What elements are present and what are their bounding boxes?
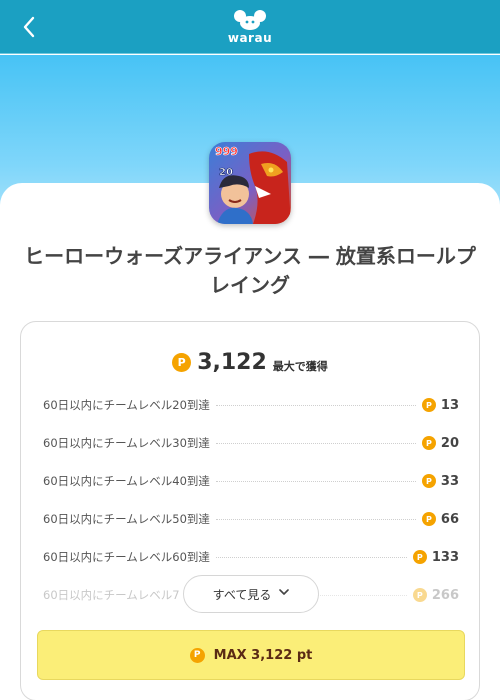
dotted-leader [215,404,416,406]
point-coin-icon: P [421,474,436,488]
reward-row: 60日以内にチームレベル50到達 P 66 [43,509,459,529]
reward-label: 60日以内にチームレベル50到達 [43,512,210,526]
total-points-label: 最大で獲得 [272,359,328,373]
total-points: 3,122 [197,350,267,375]
chevron-down-icon [279,589,290,595]
mascot-icon [234,10,266,30]
reward-points: 33 [440,473,459,489]
reward-card: P 3,122 最大で獲得 60日以内にチームレベル20到達 P 13 60日以… [20,321,480,700]
dotted-leader [215,442,416,444]
reward-points: 133 [431,549,459,565]
max-points-label: MAX 3,122 pt [213,647,313,663]
icon-badge-top: 999 [215,145,238,158]
app-title: ヒーローウォーズアライアンス ― 放置系ロールプレイング [24,244,476,297]
reward-row: 60日以内にチームレベル30到達 P 20 [43,433,459,453]
reward-row: 60日以内にチームレベル40到達 P 33 [43,471,459,491]
brand-name: warau [227,31,273,45]
point-coin-icon: P [421,436,436,450]
reward-points: 20 [440,435,459,451]
app-icon: 999 20 [209,142,291,224]
reward-label: 60日以内にチームレベル60到達 [43,550,210,564]
reward-row: 60日以内にチームレベル20到達 P 13 [43,395,459,415]
max-points-button[interactable]: P MAX 3,122 pt [37,630,465,680]
point-coin-icon: P [412,550,427,564]
icon-badge-level: 20 [219,167,233,178]
reward-label: 60日以内にチームレベル30到達 [43,436,210,450]
chevron-left-icon [23,16,35,38]
total-points-row: P 3,122 最大で獲得 [21,350,479,375]
point-coin-icon: P [421,512,436,526]
point-coin-icon: P [412,588,427,602]
reward-label: 60日以内にチームレベル20到達 [43,398,210,412]
reward-points: 13 [440,397,459,413]
see-all-button[interactable]: すべて見る [183,575,319,613]
dotted-leader [215,518,416,520]
reward-label: 60日以内にチームレベル40到達 [43,474,210,488]
reward-points: 266 [431,587,459,603]
see-all-label: すべて見る [212,587,272,602]
point-coin-icon: P [189,647,205,663]
reward-row: 60日以内にチームレベル60到達 P 133 [43,547,459,567]
reward-label: 60日以内にチームレベル7 [43,588,180,602]
point-coin-icon: P [172,353,192,372]
dotted-leader [215,480,416,482]
back-button[interactable] [14,12,44,42]
reward-points: 66 [440,511,459,527]
warau-logo[interactable]: warau [222,10,278,46]
dotted-leader [215,556,407,558]
point-coin-icon: P [421,398,436,412]
app-header: warau [0,0,500,54]
